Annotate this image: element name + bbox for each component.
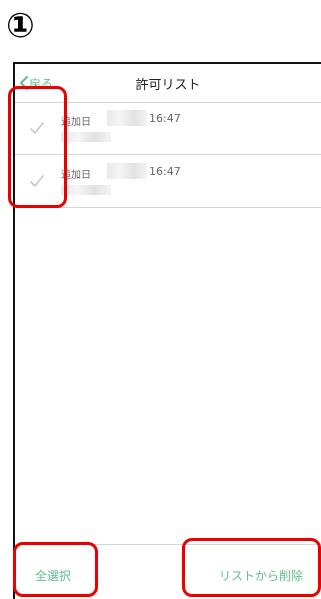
- added-date-label: 追加日: [61, 117, 91, 128]
- allow-list: 追加日 16:47 追加日 16:47: [15, 102, 321, 208]
- checkmark-icon[interactable]: [27, 118, 47, 138]
- redacted-entry-text: [61, 132, 111, 142]
- bottom-toolbar: 全選択 リストから削除: [15, 544, 321, 599]
- navigation-bar: 戻る 許可リスト: [15, 64, 321, 103]
- added-time: 16:47: [149, 112, 181, 125]
- select-all-button[interactable]: 全選択: [35, 567, 71, 584]
- step-number-marker: ①: [6, 6, 35, 46]
- allow-list-screen: 戻る 許可リスト 追加日 16:47 追加日 16:47 全選択 リストから削除: [13, 62, 321, 599]
- redacted-entry-text: [61, 185, 111, 195]
- checkmark-icon[interactable]: [27, 171, 47, 191]
- list-item[interactable]: 追加日 16:47: [15, 102, 321, 155]
- added-time: 16:47: [149, 165, 181, 178]
- redacted-date: [107, 110, 147, 126]
- redacted-date: [107, 163, 147, 179]
- page-title: 許可リスト: [135, 78, 201, 93]
- list-item[interactable]: 追加日 16:47: [15, 155, 321, 208]
- remove-from-list-button[interactable]: リストから削除: [219, 567, 303, 584]
- added-date-label: 追加日: [61, 170, 91, 181]
